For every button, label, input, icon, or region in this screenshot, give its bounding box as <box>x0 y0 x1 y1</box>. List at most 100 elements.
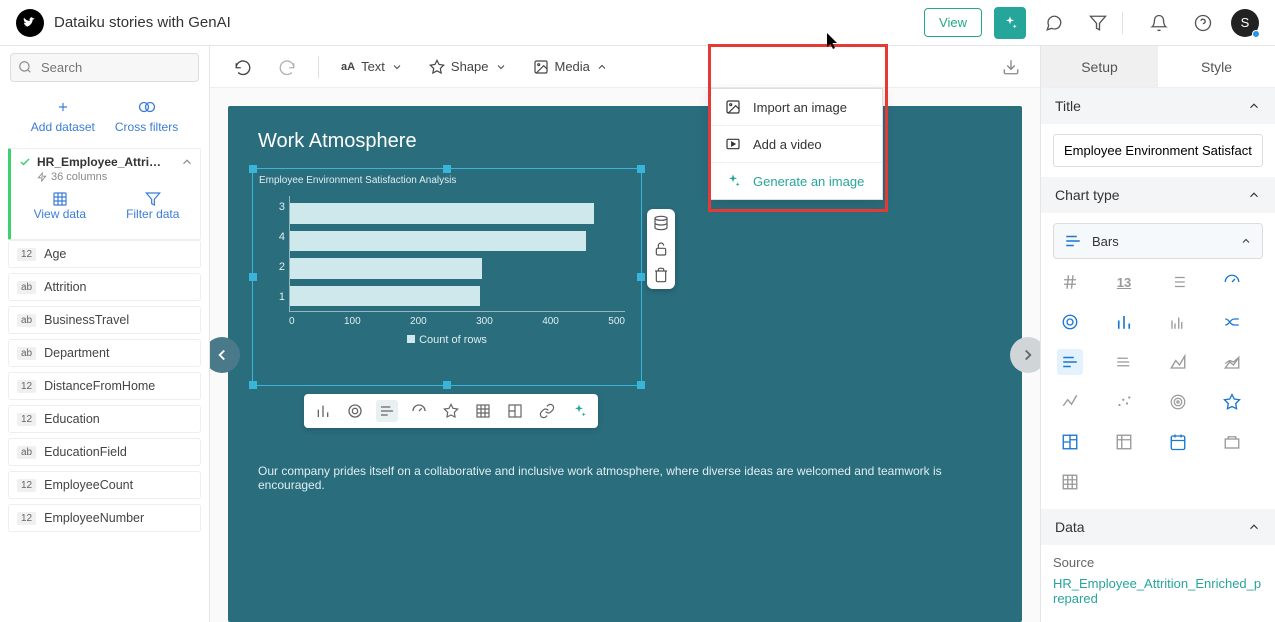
section-title-head[interactable]: Title <box>1041 88 1275 124</box>
import-image-item[interactable]: Import an image <box>711 89 882 126</box>
view-button[interactable]: View <box>924 8 982 37</box>
layout-chart-icon[interactable] <box>504 400 526 422</box>
calendar-icon[interactable] <box>1165 429 1191 455</box>
media-tool-button[interactable]: Media <box>523 53 618 81</box>
user-avatar[interactable]: S <box>1231 9 1259 37</box>
bar <box>290 286 480 307</box>
hbar-icon <box>1064 232 1082 250</box>
cross-filters-button[interactable]: Cross filters <box>115 98 178 134</box>
resize-handle[interactable] <box>637 273 645 281</box>
star-chart-icon[interactable] <box>440 400 462 422</box>
scatter-chart-icon[interactable] <box>1111 389 1137 415</box>
resize-handle[interactable] <box>443 165 451 173</box>
filter-data-button[interactable]: Filter data <box>126 191 179 221</box>
hbar-chart-icon[interactable] <box>376 400 398 422</box>
column-list[interactable]: 12Age abAttrition abBusinessTravel abDep… <box>0 240 209 622</box>
column-name: DistanceFromHome <box>44 379 155 393</box>
number-chart-icon[interactable]: 13 <box>1111 269 1137 295</box>
column-item[interactable]: 12EmployeeNumber <box>8 504 201 532</box>
link-icon[interactable] <box>536 400 558 422</box>
shape-tool-button[interactable]: Shape <box>419 53 517 81</box>
treemap-icon[interactable] <box>1057 429 1083 455</box>
gauge-chart-icon[interactable] <box>408 400 430 422</box>
undo-button[interactable] <box>224 52 262 82</box>
hbar-chart-icon[interactable] <box>1057 349 1083 375</box>
tab-setup[interactable]: Setup <box>1041 46 1158 87</box>
chevron-down-icon <box>495 61 507 73</box>
chart-title-input[interactable] <box>1053 134 1263 167</box>
more-chart-icon[interactable] <box>1219 429 1245 455</box>
comment-button[interactable] <box>1038 7 1070 39</box>
column-item[interactable]: 12Age <box>8 240 201 268</box>
column-name: Department <box>44 346 109 360</box>
line-chart-icon[interactable] <box>1057 389 1083 415</box>
vbar-chart-icon[interactable] <box>1111 309 1137 335</box>
star-chart-icon[interactable] <box>1219 389 1245 415</box>
resize-handle[interactable] <box>637 165 645 173</box>
download-button[interactable] <box>996 52 1026 82</box>
pivot-icon[interactable] <box>1111 429 1137 455</box>
stacked-hbar-icon[interactable] <box>1111 349 1137 375</box>
gauge-chart-icon[interactable] <box>1219 269 1245 295</box>
list-chart-icon[interactable] <box>1165 269 1191 295</box>
text-tool-button[interactable]: aA Text <box>331 53 413 80</box>
flow-chart-icon[interactable] <box>1219 309 1245 335</box>
chart-type-grid: 13 <box>1053 259 1263 499</box>
source-value[interactable]: HR_Employee_Attrition_Enriched_prepared <box>1053 576 1263 606</box>
bar <box>290 258 482 279</box>
generate-image-item[interactable]: Generate an image <box>711 163 882 199</box>
donut-chart-icon[interactable] <box>1057 309 1083 335</box>
chart-title: Employee Environment Satisfaction Analys… <box>259 175 635 186</box>
ai-sparkle-button[interactable] <box>994 7 1026 39</box>
column-item[interactable]: abAttrition <box>8 273 201 301</box>
chevron-down-icon <box>391 61 403 73</box>
delete-icon-button[interactable] <box>653 267 669 283</box>
help-button[interactable] <box>1187 7 1219 39</box>
grouped-bar-icon[interactable] <box>1165 309 1191 335</box>
hash-chart-icon[interactable] <box>1057 269 1083 295</box>
area-chart-icon[interactable] <box>1165 349 1191 375</box>
add-video-item[interactable]: Add a video <box>711 126 882 163</box>
search-input[interactable] <box>10 53 199 82</box>
donut-chart-icon[interactable] <box>344 400 366 422</box>
section-charttype-head[interactable]: Chart type <box>1041 177 1275 213</box>
chevron-up-icon[interactable] <box>180 155 194 169</box>
radial-chart-icon[interactable] <box>1165 389 1191 415</box>
lock-icon-button[interactable] <box>653 241 669 257</box>
resize-handle[interactable] <box>443 381 451 389</box>
tab-style[interactable]: Style <box>1158 46 1275 87</box>
slide-canvas[interactable]: Work Atmosphere Employee Environment Sat… <box>228 106 1022 622</box>
column-item[interactable]: 12EmployeeCount <box>8 471 201 499</box>
column-item[interactable]: 12DistanceFromHome <box>8 372 201 400</box>
next-slide-button[interactable] <box>1010 337 1040 373</box>
vbar-chart-icon[interactable] <box>312 400 334 422</box>
dataset-header[interactable]: HR_Employee_Attri… <box>19 155 194 169</box>
view-data-button[interactable]: View data <box>34 191 86 221</box>
sparkle-icon <box>725 173 741 189</box>
redo-button[interactable] <box>268 52 306 82</box>
resize-handle[interactable] <box>249 381 257 389</box>
column-item[interactable]: 12Education <box>8 405 201 433</box>
filter-button[interactable] <box>1082 7 1114 39</box>
column-item[interactable]: abEducationField <box>8 438 201 466</box>
app-logo[interactable] <box>16 9 44 37</box>
chart-type-selector[interactable]: Bars <box>1053 223 1263 259</box>
y-tick: 1 <box>271 291 285 303</box>
resize-handle[interactable] <box>249 165 257 173</box>
notifications-button[interactable] <box>1143 7 1175 39</box>
right-panel-tabs: Setup Style <box>1041 46 1275 88</box>
resize-handle[interactable] <box>249 273 257 281</box>
add-dataset-button[interactable]: Add dataset <box>31 98 95 134</box>
ai-sparkle-icon[interactable] <box>568 400 590 422</box>
column-item[interactable]: abDepartment <box>8 339 201 367</box>
funnel-icon <box>145 191 161 207</box>
resize-handle[interactable] <box>637 381 645 389</box>
column-item[interactable]: abBusinessTravel <box>8 306 201 334</box>
stacked-area-icon[interactable] <box>1219 349 1245 375</box>
chart-selection-box[interactable]: Employee Environment Satisfaction Analys… <box>252 168 642 386</box>
heatmap-icon[interactable] <box>1057 469 1083 495</box>
table-chart-icon[interactable] <box>472 400 494 422</box>
section-data-head[interactable]: Data <box>1041 509 1275 545</box>
data-icon-button[interactable] <box>653 215 669 231</box>
bar <box>290 231 586 252</box>
